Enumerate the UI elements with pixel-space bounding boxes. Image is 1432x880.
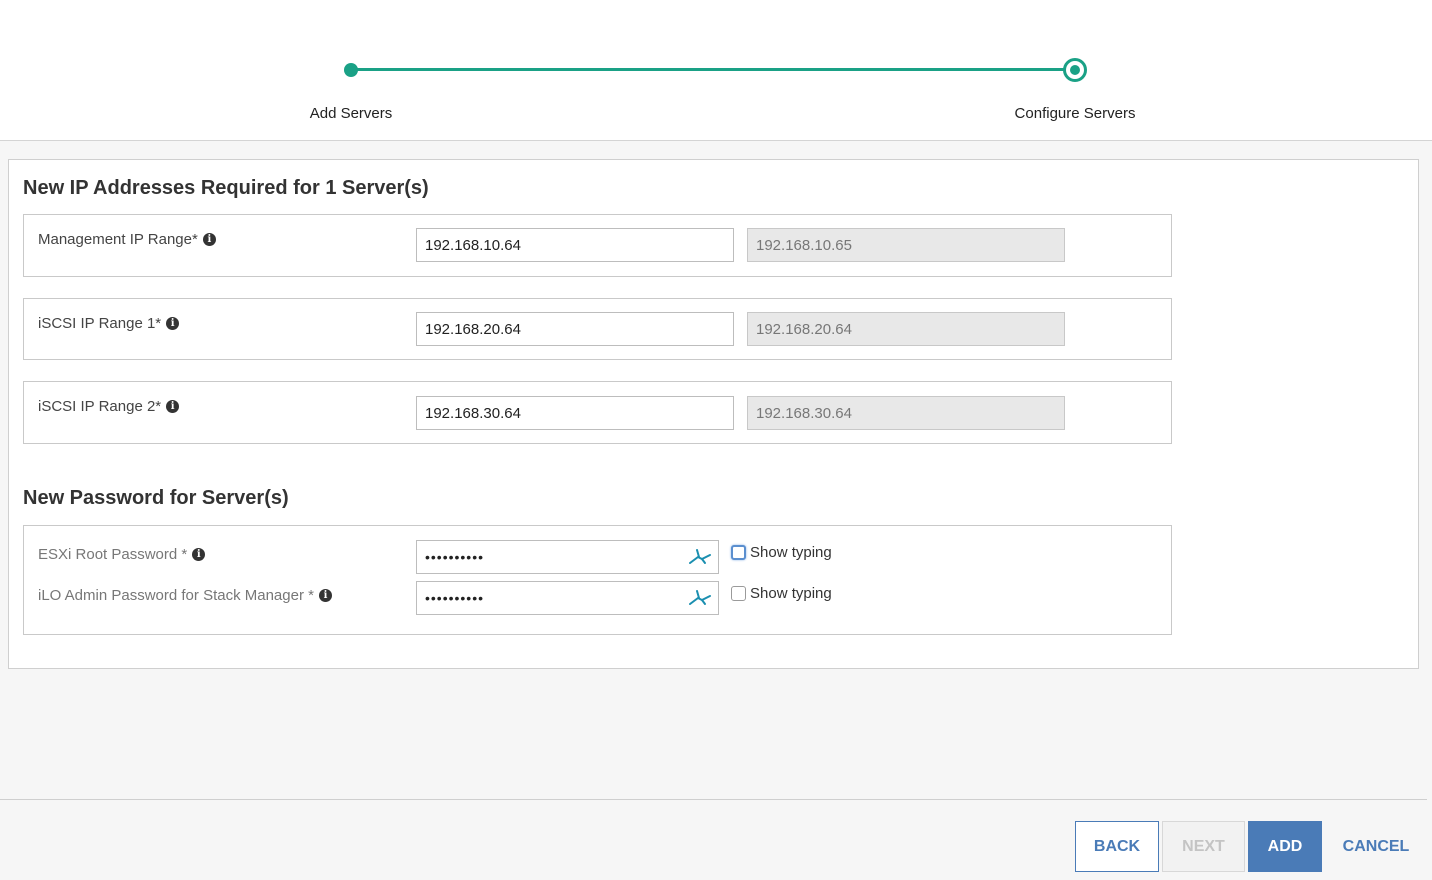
wizard-progress-line bbox=[351, 68, 1075, 71]
iscsi-ip-range-2-start-input[interactable] bbox=[416, 396, 734, 430]
iscsi-ip-range-1-group: iSCSI IP Range 1* i bbox=[23, 298, 1172, 360]
esxi-show-typing-checkbox[interactable] bbox=[731, 545, 746, 560]
password-section-title: New Password for Server(s) bbox=[23, 487, 289, 509]
management-ip-end-value bbox=[747, 228, 1065, 262]
esxi-show-typing-toggle[interactable]: Show typing bbox=[731, 544, 832, 561]
management-ip-range-group: Management IP Range* i bbox=[23, 214, 1172, 277]
iscsi-ip-range-1-end-value bbox=[747, 312, 1065, 346]
ilo-admin-password-label: iLO Admin Password for Stack Manager * i bbox=[38, 587, 332, 604]
wizard-header: Add Servers Configure Servers bbox=[0, 0, 1432, 141]
generate-password-icon[interactable] bbox=[688, 587, 712, 607]
next-button[interactable]: NEXT bbox=[1162, 821, 1245, 872]
iscsi-ip-range-2-group: iSCSI IP Range 2* i bbox=[23, 381, 1172, 444]
configure-servers-panel: New IP Addresses Required for 1 Server(s… bbox=[8, 159, 1419, 669]
iscsi-ip-range-2-label: iSCSI IP Range 2* i bbox=[38, 398, 180, 415]
management-ip-range-label: Management IP Range* i bbox=[38, 231, 216, 248]
esxi-root-password-input[interactable] bbox=[416, 540, 719, 574]
info-icon[interactable]: i bbox=[192, 548, 206, 561]
step-label-configure-servers: Configure Servers bbox=[1014, 105, 1136, 122]
step-configure-servers-marker bbox=[1063, 58, 1087, 82]
ip-section-title: New IP Addresses Required for 1 Server(s… bbox=[23, 177, 429, 199]
add-button[interactable]: ADD bbox=[1248, 821, 1322, 872]
generate-password-icon[interactable] bbox=[688, 546, 712, 566]
esxi-root-password-label: ESXi Root Password * i bbox=[38, 546, 206, 563]
back-button[interactable]: BACK bbox=[1075, 821, 1159, 872]
step-add-servers-marker bbox=[344, 63, 358, 77]
iscsi-ip-range-1-start-input[interactable] bbox=[416, 312, 734, 346]
info-icon[interactable]: i bbox=[318, 589, 332, 602]
iscsi-ip-range-2-end-value bbox=[747, 396, 1065, 430]
cancel-button[interactable]: CANCEL bbox=[1334, 821, 1418, 872]
ilo-show-typing-toggle[interactable]: Show typing bbox=[731, 585, 832, 602]
ilo-show-typing-checkbox[interactable] bbox=[731, 586, 746, 601]
iscsi-ip-range-1-label: iSCSI IP Range 1* i bbox=[38, 315, 180, 332]
management-ip-start-input[interactable] bbox=[416, 228, 734, 262]
password-group: ESXi Root Password * i Show typing iLO A… bbox=[23, 525, 1172, 635]
ilo-admin-password-input[interactable] bbox=[416, 581, 719, 615]
step-label-add-servers: Add Servers bbox=[309, 105, 393, 122]
info-icon[interactable]: i bbox=[166, 317, 180, 330]
info-icon[interactable]: i bbox=[166, 400, 180, 413]
info-icon[interactable]: i bbox=[202, 233, 216, 246]
footer-divider bbox=[0, 799, 1427, 800]
